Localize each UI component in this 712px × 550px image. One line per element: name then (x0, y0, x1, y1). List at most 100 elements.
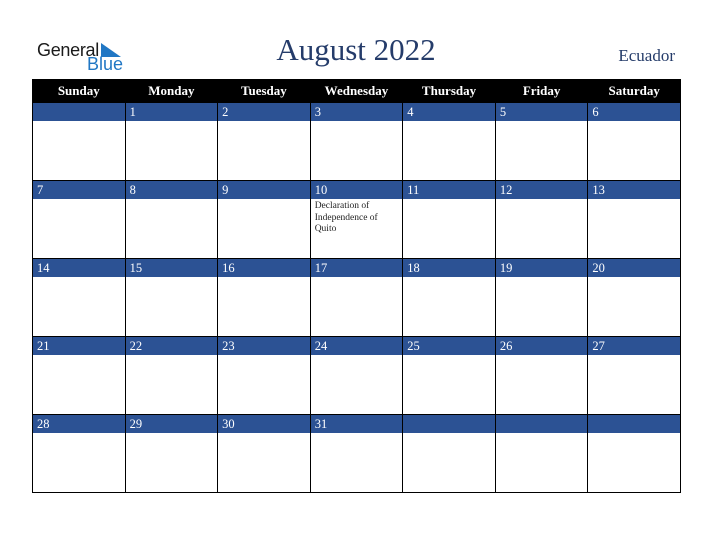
day-number: 3 (310, 103, 403, 121)
holiday-event (311, 433, 403, 435)
day-number: 29 (125, 415, 218, 433)
holiday-event (126, 277, 218, 279)
day-number: 21 (33, 337, 125, 355)
day-cell[interactable]: 8 (124, 180, 219, 259)
day-cell[interactable]: 15 (124, 258, 219, 337)
holiday-event (126, 199, 218, 201)
holiday-event (588, 355, 680, 357)
day-cell[interactable]: 30 (217, 414, 311, 493)
weekday-header: Friday (494, 79, 589, 103)
holiday-event (588, 121, 680, 123)
holiday-event (588, 277, 680, 279)
weekday-header: Saturday (587, 79, 681, 103)
weekday-header: Sunday (32, 79, 126, 103)
week-row: 123456 (32, 102, 681, 181)
holiday-event (496, 199, 588, 201)
day-cell[interactable] (402, 414, 496, 493)
day-number: 30 (218, 415, 310, 433)
day-cell[interactable]: 31 (309, 414, 404, 493)
week-row: 7 8 9 10 Declaration of Independence of Quit… (32, 180, 681, 259)
day-cell[interactable] (587, 414, 681, 493)
day-cell[interactable]: 17 (309, 258, 404, 337)
day-cell[interactable]: 14 (32, 258, 126, 337)
country-label: Ecuador (618, 46, 675, 65)
day-cell[interactable]: 10 Declaration of Independence of Quito (309, 180, 404, 259)
weekday-header: Thursday (402, 79, 496, 103)
holiday-event (33, 355, 125, 357)
day-number: 19 (495, 259, 588, 277)
day-cell[interactable]: 6 (587, 102, 681, 181)
calendar-grid: Sunday Monday Tuesday Wednesday Thursday Frid… (32, 79, 681, 493)
holiday-event (496, 433, 588, 435)
day-cell[interactable]: 3 (309, 102, 404, 181)
holiday-event (403, 199, 495, 201)
holiday-event (218, 433, 310, 435)
day-number: 4 (403, 103, 495, 121)
day-number: 20 (588, 259, 680, 277)
holiday-event (403, 355, 495, 357)
day-cell[interactable]: 2 (217, 102, 311, 181)
day-cell[interactable]: 11 (402, 180, 496, 259)
day-cell[interactable]: 4 (402, 102, 496, 181)
day-number: 8 (125, 181, 218, 199)
day-number: 9 (218, 181, 310, 199)
holiday-event (126, 355, 218, 357)
day-cell[interactable]: 7 (32, 180, 126, 259)
day-cell[interactable]: 21 (32, 336, 126, 415)
day-cell[interactable] (32, 102, 126, 181)
day-cell[interactable]: 29 (124, 414, 219, 493)
holiday-event (588, 433, 680, 435)
day-cell[interactable]: 9 (217, 180, 311, 259)
day-cell[interactable]: 1 (124, 102, 219, 181)
day-number (495, 415, 588, 433)
day-cell[interactable]: 27 (587, 336, 681, 415)
day-cell[interactable]: 28 (32, 414, 126, 493)
day-number: 24 (310, 337, 403, 355)
holiday-event (311, 277, 403, 279)
day-number: 12 (495, 181, 588, 199)
day-number: 25 (403, 337, 495, 355)
week-row: 21 22 23 24 25 26 27 (32, 336, 681, 415)
day-cell[interactable]: 24 (309, 336, 404, 415)
day-number (588, 415, 680, 433)
day-cell[interactable]: 26 (494, 336, 589, 415)
holiday-event (126, 121, 218, 123)
holiday-event (218, 355, 310, 357)
day-number: 16 (218, 259, 310, 277)
day-number: 18 (403, 259, 495, 277)
day-cell[interactable]: 22 (124, 336, 219, 415)
holiday-event (403, 433, 495, 435)
day-cell[interactable]: 16 (217, 258, 311, 337)
day-number: 27 (588, 337, 680, 355)
holiday-event (496, 121, 588, 123)
day-cell[interactable]: 23 (217, 336, 311, 415)
holiday-event (496, 355, 588, 357)
holiday-event (496, 277, 588, 279)
day-cell[interactable]: 25 (402, 336, 496, 415)
holiday-event: Declaration of Independence of Quito (314, 201, 378, 234)
day-cell[interactable]: 20 (587, 258, 681, 337)
holiday-event (403, 121, 495, 123)
day-number (33, 103, 125, 121)
day-cell[interactable]: 12 (494, 180, 589, 259)
day-number: 10 (310, 181, 403, 199)
day-cell[interactable]: 19 (494, 258, 589, 337)
day-cell[interactable]: 5 (494, 102, 589, 181)
day-number: 2 (218, 103, 310, 121)
weekday-header: Wednesday (309, 79, 404, 103)
holiday-event (311, 121, 403, 123)
day-number: 31 (310, 415, 403, 433)
holiday-event (588, 199, 680, 201)
day-number: 17 (310, 259, 403, 277)
day-cell[interactable]: 13 (587, 180, 681, 259)
page-title: August 2022 (276, 32, 436, 67)
day-cell[interactable]: 18 (402, 258, 496, 337)
day-number: 28 (33, 415, 125, 433)
day-number: 15 (125, 259, 218, 277)
day-cell[interactable] (494, 414, 589, 493)
holiday-event (33, 199, 125, 201)
holiday-event (33, 433, 125, 435)
holiday-event (218, 277, 310, 279)
weekday-header: Tuesday (217, 79, 311, 103)
holiday-event (403, 277, 495, 279)
